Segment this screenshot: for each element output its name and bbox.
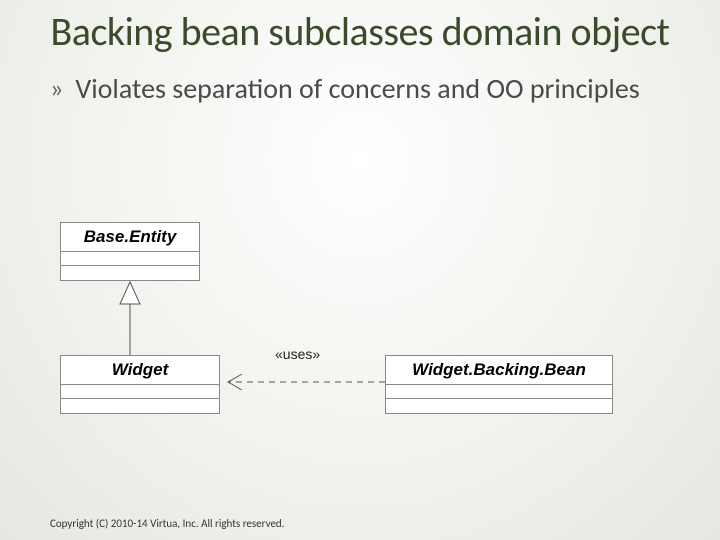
uml-uses-label: «uses» [275, 346, 320, 362]
bullet-text: Violates separation of concerns and OO p… [75, 72, 639, 106]
uml-class-name: Widget [61, 356, 219, 385]
uml-class-name: Widget.Backing.Bean [386, 356, 612, 385]
bullet-marker: » [50, 72, 63, 105]
copyright-footer: Copyright (C) 2010-14 Virtua, Inc. All r… [50, 517, 284, 530]
uml-class-widget-backing-bean: Widget.Backing.Bean [385, 355, 613, 414]
uml-class-name: Base.Entity [61, 223, 199, 252]
uml-class-base-entity: Base.Entity [60, 222, 200, 281]
uml-diagram: Widget (dashed, open arrow at Widget) --… [50, 220, 670, 470]
uml-class-widget: Widget [60, 355, 220, 414]
bullet-item: » Violates separation of concerns and OO… [0, 54, 720, 106]
slide-title: Backing bean subclasses domain object [0, 0, 720, 54]
